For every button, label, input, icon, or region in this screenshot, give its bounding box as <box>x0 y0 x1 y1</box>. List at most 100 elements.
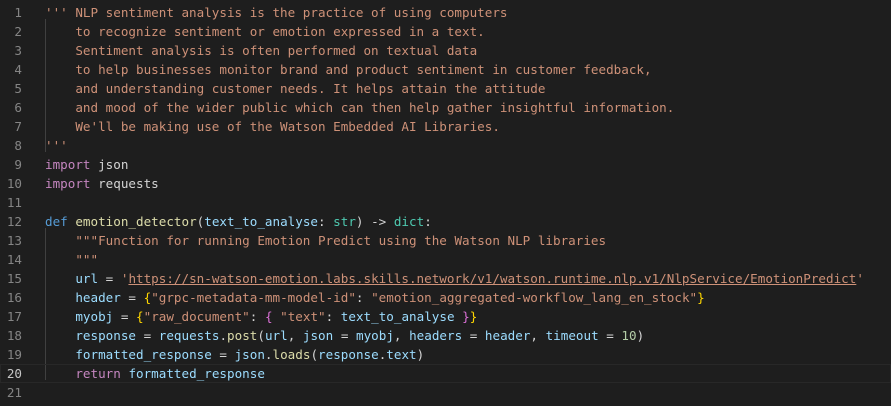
code-line[interactable]: 1 ''' NLP sentiment analysis is the pract… <box>0 3 891 22</box>
identifier-token: json <box>302 328 334 343</box>
code-line[interactable]: 4 to help businesses monitor brand and p… <box>0 60 891 79</box>
line-number: 19 <box>6 347 22 362</box>
line-code: header = {"grpc-metadata-mm-model-id": "… <box>45 288 705 307</box>
code-line[interactable]: 21 <box>0 383 891 402</box>
plain-token: : <box>318 214 334 229</box>
line-number: 20 <box>6 366 22 381</box>
plain-token: ) <box>416 347 425 362</box>
string-token: ' <box>856 271 864 286</box>
keyword-token: import <box>45 176 91 191</box>
code-line[interactable]: 6 and mood of the wider public which can… <box>0 98 891 117</box>
identifier-token: json <box>234 347 265 362</box>
line-number: 21 <box>6 385 22 400</box>
code-line[interactable]: 7 We'll be making use of the Watson Embe… <box>0 117 891 136</box>
string-token: Sentiment analysis is often performed on… <box>45 43 478 58</box>
line-code: def emotion_detector(text_to_analyse: st… <box>45 212 432 231</box>
code-line[interactable]: 16 header = {"grpc-metadata-mm-model-id"… <box>0 288 891 307</box>
identifier-token: timeout <box>545 328 599 343</box>
keyword-token: import <box>45 157 91 172</box>
plain-token: ) <box>636 328 645 343</box>
line-code: and understanding customer needs. It hel… <box>45 79 545 98</box>
line-number: 2 <box>14 24 22 39</box>
function-name-token: emotion_detector <box>75 214 197 229</box>
code-line[interactable]: 8 ''' <box>0 136 891 155</box>
line-number: 11 <box>6 195 22 210</box>
line-number: 7 <box>14 119 22 134</box>
keyword-token: return <box>75 366 121 381</box>
line-number: 15 <box>6 271 22 286</box>
code-line[interactable]: 18 response = requests.post(url, json = … <box>0 326 891 345</box>
brace-token: { <box>264 309 273 324</box>
line-code: ''' NLP sentiment analysis is the practi… <box>45 3 508 22</box>
line-number: 12 <box>6 214 22 229</box>
plain-token: ) -> <box>355 214 394 229</box>
identifier-token: response <box>318 347 379 362</box>
code-line[interactable]: 10 import requests <box>0 174 891 193</box>
plain-token: = <box>333 328 356 343</box>
string-token: "grpc-metadata-mm-model-id" <box>151 290 356 305</box>
identifier-token: requests <box>158 328 220 343</box>
string-token: "raw_document" <box>143 309 250 324</box>
function-name-token: loads <box>272 347 311 362</box>
line-code: myobj = {"raw_document": { "text": text_… <box>45 307 477 326</box>
code-line[interactable]: 20 return formatted_response <box>0 364 891 383</box>
line-code: import json <box>45 155 128 174</box>
line-number: 9 <box>14 157 22 172</box>
code-line[interactable]: 17 myobj = {"raw_document": { "text": te… <box>0 307 891 326</box>
identifier-token: header <box>75 290 121 305</box>
plain-token: = <box>211 347 235 362</box>
plain-token: . <box>219 328 228 343</box>
plain-token: : <box>325 309 341 324</box>
code-line[interactable]: 11 <box>0 193 891 212</box>
code-line[interactable]: 14 """ <box>0 250 891 269</box>
identifier-token: url <box>264 328 288 343</box>
string-token: and understanding customer needs. It hel… <box>45 81 546 96</box>
code-line[interactable]: 5 and understanding customer needs. It h… <box>0 79 891 98</box>
line-number: 18 <box>6 328 22 343</box>
plain-token: : <box>249 309 265 324</box>
brace-token: { <box>136 309 144 324</box>
string-token: """ <box>75 252 99 267</box>
plain-token: = <box>98 271 121 286</box>
type-token: str <box>333 214 356 229</box>
function-name-token: post <box>227 328 258 343</box>
identifier-token: text_to_analyse <box>204 214 318 229</box>
identifier-token: response <box>75 328 137 343</box>
string-token: "emotion_aggregated-workflow_lang_en_sto… <box>371 290 698 305</box>
code-line[interactable]: 19 formatted_response = json.loads(respo… <box>0 345 891 364</box>
line-number: 1 <box>14 5 22 20</box>
line-code: to help businesses monitor brand and pro… <box>45 60 651 79</box>
string-token: ''' NLP sentiment analysis is the practi… <box>45 5 508 20</box>
plain-token: , <box>287 328 303 343</box>
url-link-token[interactable]: https://sn-watson-emotion.labs.skills.ne… <box>128 271 856 286</box>
plain-token: = <box>113 309 137 324</box>
line-code: """Function for running Emotion Predict … <box>45 231 606 250</box>
code-line[interactable]: 9 import json <box>0 155 891 174</box>
line-number: 4 <box>14 62 22 77</box>
plain-token: ( <box>310 347 319 362</box>
number-token: 10 <box>621 328 637 343</box>
line-number: 3 <box>14 43 22 58</box>
line-number: 5 <box>14 81 22 96</box>
line-code: return formatted_response <box>45 364 265 383</box>
def-keyword-token: def <box>45 214 68 229</box>
code-line[interactable]: 15 url = 'https://sn-watson-emotion.labs… <box>0 269 891 288</box>
code-line[interactable]: 13 """Function for running Emotion Predi… <box>0 231 891 250</box>
code-editor[interactable]: 1 ''' NLP sentiment analysis is the pract… <box>0 0 891 406</box>
line-number: 16 <box>6 290 22 305</box>
code-line[interactable]: 2 to recognize sentiment or emotion expr… <box>0 22 891 41</box>
brace-token: } <box>697 290 705 305</box>
code-line[interactable]: 3 Sentiment analysis is often performed … <box>0 41 891 60</box>
code-line[interactable]: 12 def emotion_detector(text_to_analyse: … <box>0 212 891 231</box>
identifier-token: text_to_analyse <box>340 309 455 324</box>
line-code: to recognize sentiment or emotion expres… <box>45 22 484 41</box>
string-token: "text" <box>280 309 326 324</box>
line-number: 17 <box>6 309 22 324</box>
